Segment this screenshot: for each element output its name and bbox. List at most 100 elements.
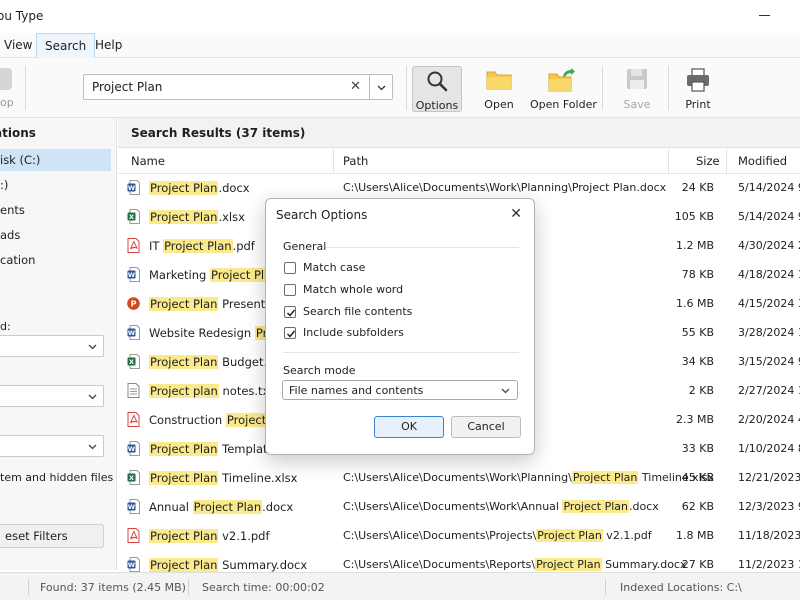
- checkbox-label: Match whole word: [303, 283, 404, 296]
- checkbox-label: Search file contents: [303, 305, 413, 318]
- column-divider[interactable]: [333, 149, 334, 173]
- filter-dropdown[interactable]: [0, 385, 104, 407]
- magnifier-icon: [427, 71, 448, 92]
- folder-icon: [486, 71, 512, 90]
- menu-bar: View Search Help: [0, 33, 800, 58]
- location-item[interactable]: :): [0, 174, 111, 196]
- text-segment: .pdf: [232, 239, 255, 253]
- ribbon-divider: [406, 66, 407, 110]
- svg-text:W: W: [128, 271, 135, 279]
- text-segment: C:\Users\Alice\Documents\Work\Planning\P…: [343, 181, 667, 194]
- file-name: Project Plan.xlsx: [149, 210, 245, 224]
- filter-dropdown[interactable]: [0, 435, 104, 457]
- match-highlight: Project plan: [149, 384, 219, 398]
- menu-view[interactable]: View: [0, 33, 40, 58]
- column-header-size[interactable]: Size: [696, 149, 720, 173]
- checkbox-label: Include subfolders: [303, 326, 404, 339]
- chevron-down-icon: [377, 85, 386, 91]
- cancel-button[interactable]: Cancel: [451, 416, 521, 438]
- table-row[interactable]: Project Plan v2.1.pdf C:\Users\Alice\Docu…: [118, 521, 800, 550]
- word-document-icon: W: [127, 267, 140, 282]
- open-button[interactable]: Open: [478, 66, 520, 112]
- excel-spreadsheet-icon: X: [127, 354, 140, 369]
- minimize-icon[interactable]: [759, 15, 770, 16]
- search-mode-select[interactable]: File names and contents: [282, 380, 518, 400]
- table-row[interactable]: X Project Plan Timeline.xlsx C:\Users\Alic…: [118, 463, 800, 492]
- table-row[interactable]: W Annual Project Plan.docx C:\Users\Alice\…: [118, 492, 800, 521]
- file-path: C:\Users\Alice\Documents\Projects\Projec…: [343, 529, 652, 542]
- match-highlight: Project Plan: [149, 471, 219, 485]
- text-segment: IT: [149, 239, 164, 253]
- file-modified: 12/3/2023 9:1: [738, 500, 800, 513]
- print-button[interactable]: Print: [678, 66, 718, 112]
- checkbox-box[interactable]: [284, 306, 296, 318]
- word-document-icon: W: [127, 557, 140, 572]
- location-item[interactable]: ads: [0, 224, 111, 246]
- pdf-document-icon: [127, 238, 140, 253]
- column-header-path[interactable]: Path: [343, 149, 368, 173]
- svg-text:W: W: [128, 445, 135, 453]
- location-item[interactable]: ents: [0, 199, 111, 221]
- location-item[interactable]: cation: [0, 249, 111, 271]
- excel-spreadsheet-icon: X: [127, 209, 140, 224]
- match-highlight: Project Plan: [149, 529, 219, 543]
- open-folder-label: Open Folder: [530, 98, 597, 111]
- match-highlight: Project Plan: [149, 442, 219, 456]
- column-header-modified[interactable]: Modified: [738, 149, 787, 173]
- save-button[interactable]: Save: [617, 66, 657, 112]
- file-modified: 2/27/2024 1:0: [738, 384, 800, 397]
- file-modified: 1/10/2024 8:4: [738, 442, 800, 455]
- file-size: 62 KB: [681, 500, 714, 513]
- column-divider[interactable]: [668, 149, 669, 173]
- match-highlight: Project Plan: [149, 181, 219, 195]
- file-modified: 11/18/2023 2:: [738, 529, 800, 542]
- file-modified: 3/28/2024 10:: [738, 326, 800, 339]
- status-found: Found: 37 items (2.45 MB): [40, 581, 186, 594]
- results-header: Search Results (37 items): [118, 118, 800, 148]
- location-item[interactable]: isk (C:): [0, 149, 111, 171]
- open-label: Open: [484, 98, 514, 111]
- column-divider[interactable]: [726, 149, 727, 173]
- menu-help[interactable]: Help: [87, 33, 130, 58]
- left-filter-panel: ations isk (C:) :) ents ads cation d: te…: [0, 118, 117, 570]
- options-button[interactable]: Options: [412, 66, 462, 112]
- powerpoint-presentation-icon: P: [127, 296, 140, 311]
- search-history-dropdown[interactable]: [369, 74, 393, 100]
- status-indexed: Indexed Locations: C:\: [620, 581, 742, 594]
- file-size: 1.2 MB: [675, 239, 714, 252]
- status-divider: [28, 579, 29, 595]
- checkbox-box[interactable]: [284, 284, 296, 296]
- chevron-down-icon: [88, 344, 97, 350]
- column-header-name[interactable]: Name: [131, 149, 165, 173]
- word-document-icon: W: [127, 499, 140, 514]
- search-value: Project Plan: [92, 80, 163, 94]
- clear-search-icon[interactable]: ✕: [350, 79, 361, 94]
- chevron-down-icon: [88, 444, 97, 450]
- svg-text:W: W: [128, 503, 135, 511]
- file-name: Project Plan Timeline.xlsx: [149, 471, 297, 485]
- file-modified: 4/18/2024 11:: [738, 268, 800, 281]
- checkbox-box[interactable]: [284, 262, 296, 274]
- text-segment: Annual: [149, 500, 193, 514]
- filter-dropdown[interactable]: [0, 335, 104, 357]
- back-label: op: [0, 96, 14, 109]
- excel-spreadsheet-icon: X: [127, 470, 140, 485]
- ok-button[interactable]: OK: [374, 416, 444, 438]
- word-document-icon: W: [127, 441, 140, 456]
- file-modified: 4/30/2024 2:4: [738, 239, 800, 252]
- file-size: 105 KB: [674, 210, 714, 223]
- back-button[interactable]: [0, 68, 12, 90]
- text-segment: Summary.docx: [218, 558, 308, 572]
- title-bar: ou Type: [0, 0, 800, 33]
- file-size: 24 KB: [681, 181, 714, 194]
- printer-icon: [687, 68, 709, 92]
- close-icon[interactable]: ✕: [510, 206, 522, 222]
- hidden-files-label[interactable]: tem and hidden files: [0, 471, 113, 484]
- checkbox-box[interactable]: [284, 327, 296, 339]
- file-name: IT Project Plan.pdf: [149, 239, 255, 253]
- search-input[interactable]: Project Plan ✕: [83, 74, 370, 100]
- file-size: 33 KB: [681, 442, 714, 455]
- filter-label: d:: [0, 320, 11, 333]
- open-folder-button[interactable]: Open Folder: [530, 66, 597, 112]
- reset-filters-button[interactable]: eset Filters: [0, 524, 104, 548]
